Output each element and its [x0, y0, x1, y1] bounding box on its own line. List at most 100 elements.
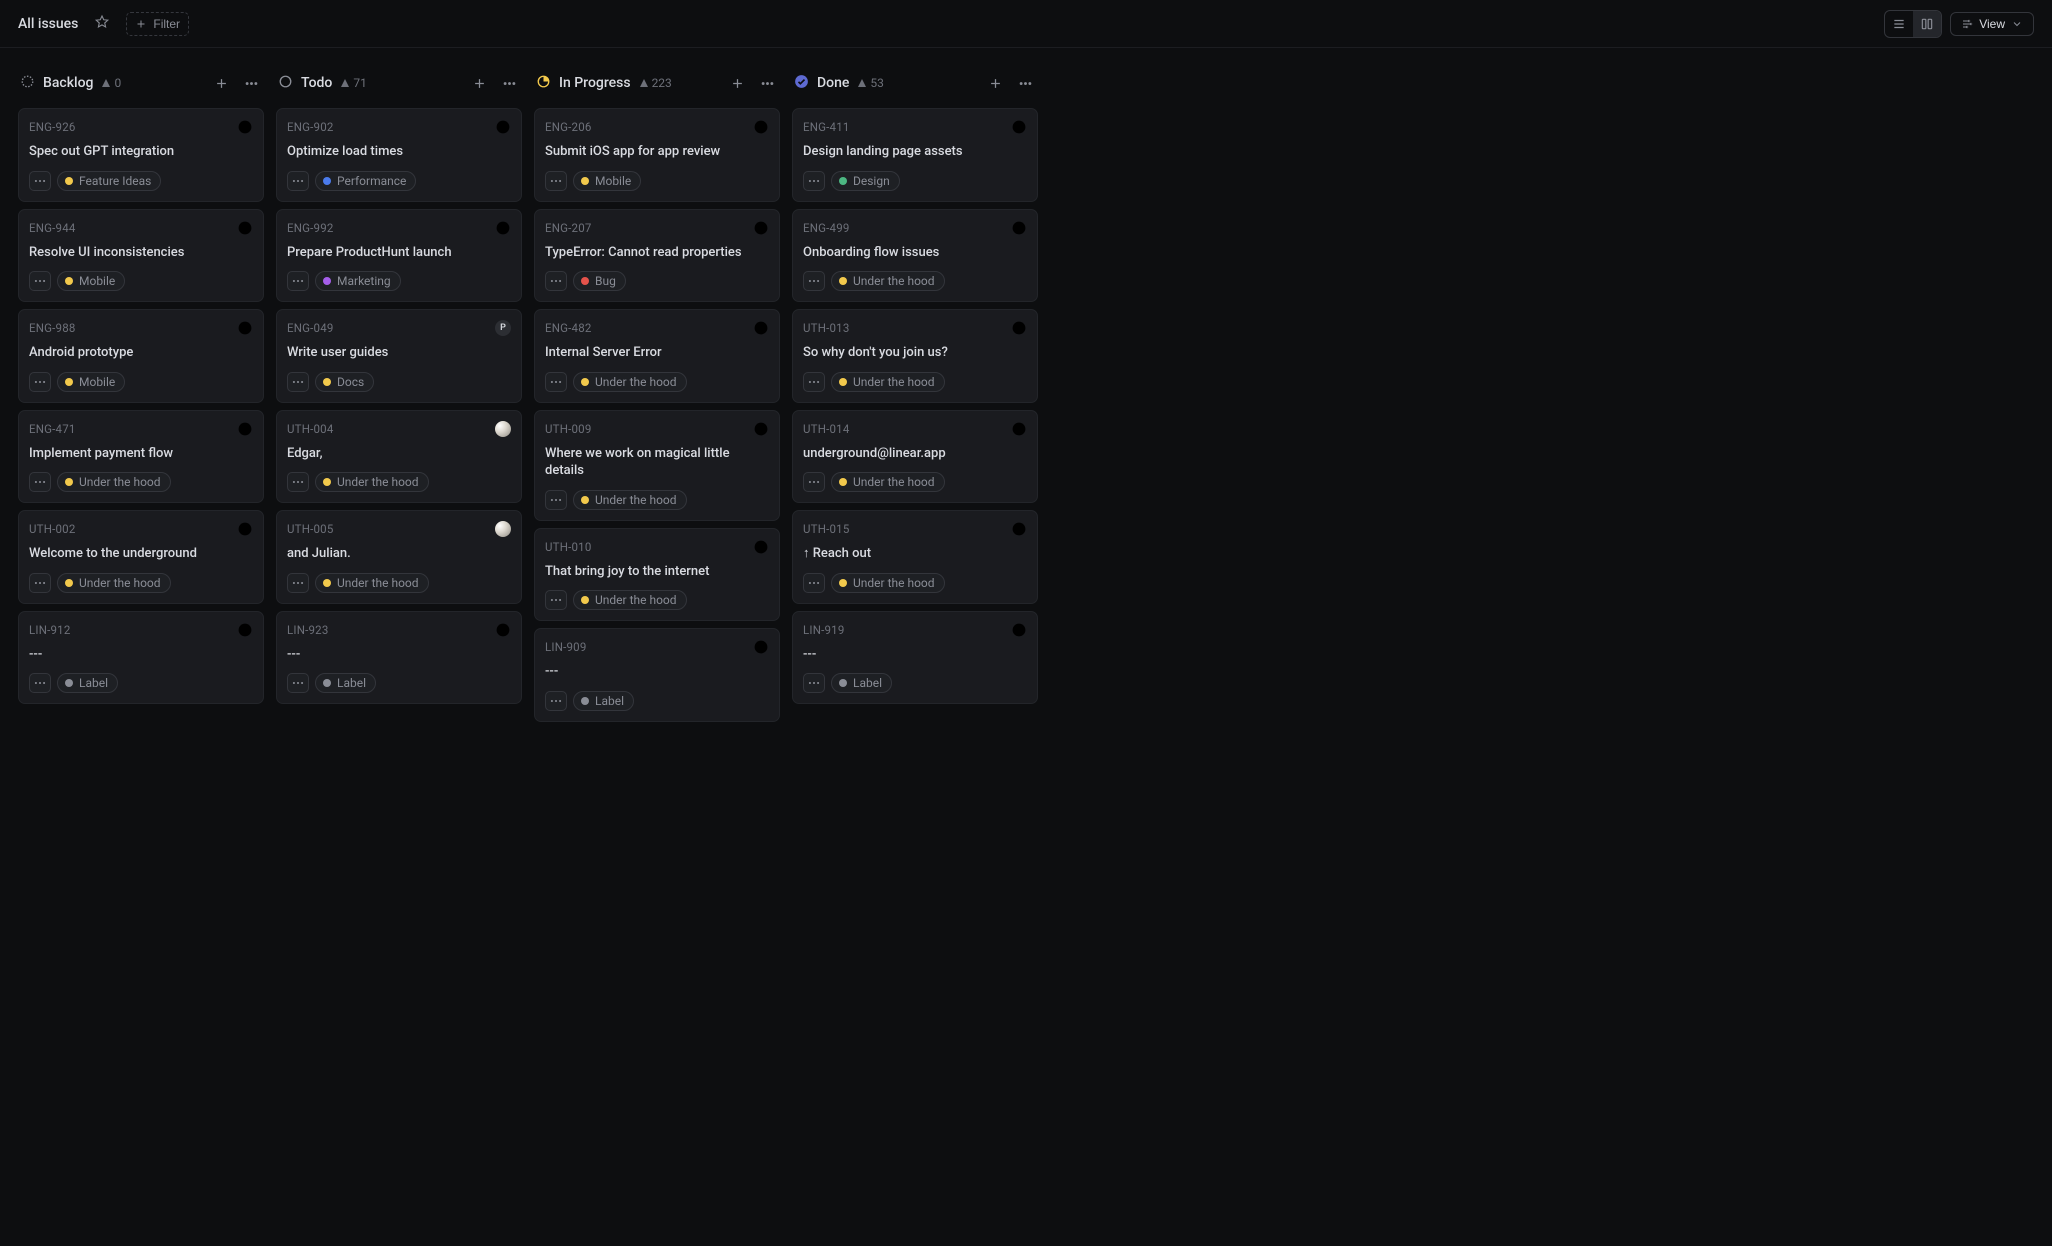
issue-card[interactable]: UTH-014 underground@linear.app Under the…: [792, 410, 1038, 504]
issue-card[interactable]: UTH-010 That bring joy to the internet U…: [534, 528, 780, 622]
label-chip[interactable]: Under the hood: [831, 372, 945, 392]
label-chip[interactable]: Under the hood: [57, 573, 171, 593]
card-more-button[interactable]: [545, 590, 567, 610]
label-chip[interactable]: Design: [831, 171, 900, 191]
view-options-button[interactable]: View: [1950, 12, 2034, 36]
card-more-button[interactable]: [545, 490, 567, 510]
card-more-button[interactable]: [803, 271, 825, 291]
issue-card[interactable]: ENG-207 TypeError: Cannot read propertie…: [534, 209, 780, 303]
issue-card[interactable]: UTH-013 So why don't you join us? Under …: [792, 309, 1038, 403]
issue-card[interactable]: LIN-912 --- Label: [18, 611, 264, 705]
issue-card[interactable]: ENG-499 Onboarding flow issues Under the…: [792, 209, 1038, 303]
issue-card[interactable]: UTH-009 Where we work on magical little …: [534, 410, 780, 521]
assignee-unassigned[interactable]: [237, 521, 253, 537]
label-chip[interactable]: Label: [315, 673, 376, 693]
label-chip[interactable]: Under the hood: [315, 573, 429, 593]
column-add-button[interactable]: [984, 72, 1006, 94]
label-chip[interactable]: Under the hood: [573, 372, 687, 392]
assignee-unassigned[interactable]: [753, 119, 769, 135]
label-chip[interactable]: Marketing: [315, 271, 401, 291]
favorite-button[interactable]: [94, 14, 110, 34]
label-chip[interactable]: Performance: [315, 171, 416, 191]
assignee-unassigned[interactable]: [1011, 220, 1027, 236]
filter-button[interactable]: Filter: [126, 12, 189, 36]
assignee-unassigned[interactable]: [1011, 521, 1027, 537]
issue-card[interactable]: ENG-988 Android prototype Mobile: [18, 309, 264, 403]
column-more-button[interactable]: [498, 72, 520, 94]
assignee-unassigned[interactable]: [753, 539, 769, 555]
label-chip[interactable]: Under the hood: [831, 271, 945, 291]
label-chip[interactable]: Label: [573, 691, 634, 711]
assignee-unassigned[interactable]: [237, 622, 253, 638]
label-chip[interactable]: Feature Ideas: [57, 171, 161, 191]
assignee-unassigned[interactable]: [495, 119, 511, 135]
column-more-button[interactable]: [1014, 72, 1036, 94]
card-more-button[interactable]: [287, 171, 309, 191]
card-more-button[interactable]: [803, 171, 825, 191]
assignee-unassigned[interactable]: [237, 320, 253, 336]
label-chip[interactable]: Bug: [573, 271, 626, 291]
assignee-avatar[interactable]: P: [495, 320, 511, 336]
label-chip[interactable]: Label: [57, 673, 118, 693]
card-more-button[interactable]: [287, 472, 309, 492]
column-more-button[interactable]: [756, 72, 778, 94]
column-more-button[interactable]: [240, 72, 262, 94]
column-add-button[interactable]: [468, 72, 490, 94]
assignee-unassigned[interactable]: [495, 220, 511, 236]
issue-card[interactable]: UTH-002 Welcome to the underground Under…: [18, 510, 264, 604]
column-add-button[interactable]: [210, 72, 232, 94]
assignee-unassigned[interactable]: [753, 421, 769, 437]
issue-card[interactable]: UTH-005 and Julian. Under the hood: [276, 510, 522, 604]
issue-card[interactable]: UTH-004 Edgar, Under the hood: [276, 410, 522, 504]
board-view-button[interactable]: [1913, 11, 1941, 37]
issue-card[interactable]: ENG-411 Design landing page assets Desig…: [792, 108, 1038, 202]
issue-card[interactable]: LIN-923 --- Label: [276, 611, 522, 705]
assignee-avatar[interactable]: [495, 421, 511, 437]
label-chip[interactable]: Label: [831, 673, 892, 693]
card-more-button[interactable]: [287, 673, 309, 693]
card-more-button[interactable]: [545, 691, 567, 711]
assignee-unassigned[interactable]: [753, 320, 769, 336]
issue-card[interactable]: LIN-909 --- Label: [534, 628, 780, 722]
assignee-unassigned[interactable]: [1011, 119, 1027, 135]
card-more-button[interactable]: [545, 372, 567, 392]
issue-card[interactable]: ENG-992 Prepare ProductHunt launch Marke…: [276, 209, 522, 303]
label-chip[interactable]: Mobile: [573, 171, 641, 191]
issue-card[interactable]: ENG-482 Internal Server Error Under the …: [534, 309, 780, 403]
assignee-unassigned[interactable]: [1011, 320, 1027, 336]
label-chip[interactable]: Mobile: [57, 372, 125, 392]
assignee-unassigned[interactable]: [1011, 622, 1027, 638]
issue-card[interactable]: UTH-015 ↑ Reach out Under the hood: [792, 510, 1038, 604]
card-more-button[interactable]: [29, 673, 51, 693]
label-chip[interactable]: Under the hood: [831, 573, 945, 593]
card-more-button[interactable]: [803, 372, 825, 392]
label-chip[interactable]: Under the hood: [57, 472, 171, 492]
card-more-button[interactable]: [287, 271, 309, 291]
card-more-button[interactable]: [545, 171, 567, 191]
card-more-button[interactable]: [29, 472, 51, 492]
issue-card[interactable]: ENG-926 Spec out GPT integration Feature…: [18, 108, 264, 202]
issue-card[interactable]: ENG-944 Resolve UI inconsistencies Mobil…: [18, 209, 264, 303]
card-more-button[interactable]: [803, 573, 825, 593]
card-more-button[interactable]: [545, 271, 567, 291]
issue-card[interactable]: ENG-049 P Write user guides Docs: [276, 309, 522, 403]
issue-card[interactable]: LIN-919 --- Label: [792, 611, 1038, 705]
assignee-unassigned[interactable]: [237, 119, 253, 135]
assignee-avatar[interactable]: [495, 521, 511, 537]
card-more-button[interactable]: [803, 472, 825, 492]
card-more-button[interactable]: [29, 573, 51, 593]
issue-card[interactable]: ENG-206 Submit iOS app for app review Mo…: [534, 108, 780, 202]
assignee-unassigned[interactable]: [1011, 421, 1027, 437]
issue-card[interactable]: ENG-902 Optimize load times Performance: [276, 108, 522, 202]
label-chip[interactable]: Under the hood: [573, 490, 687, 510]
label-chip[interactable]: Under the hood: [315, 472, 429, 492]
label-chip[interactable]: Under the hood: [831, 472, 945, 492]
card-more-button[interactable]: [287, 372, 309, 392]
issue-card[interactable]: ENG-471 Implement payment flow Under the…: [18, 410, 264, 504]
assignee-unassigned[interactable]: [495, 622, 511, 638]
assignee-unassigned[interactable]: [753, 639, 769, 655]
card-more-button[interactable]: [29, 171, 51, 191]
label-chip[interactable]: Under the hood: [573, 590, 687, 610]
label-chip[interactable]: Docs: [315, 372, 374, 392]
assignee-unassigned[interactable]: [237, 220, 253, 236]
